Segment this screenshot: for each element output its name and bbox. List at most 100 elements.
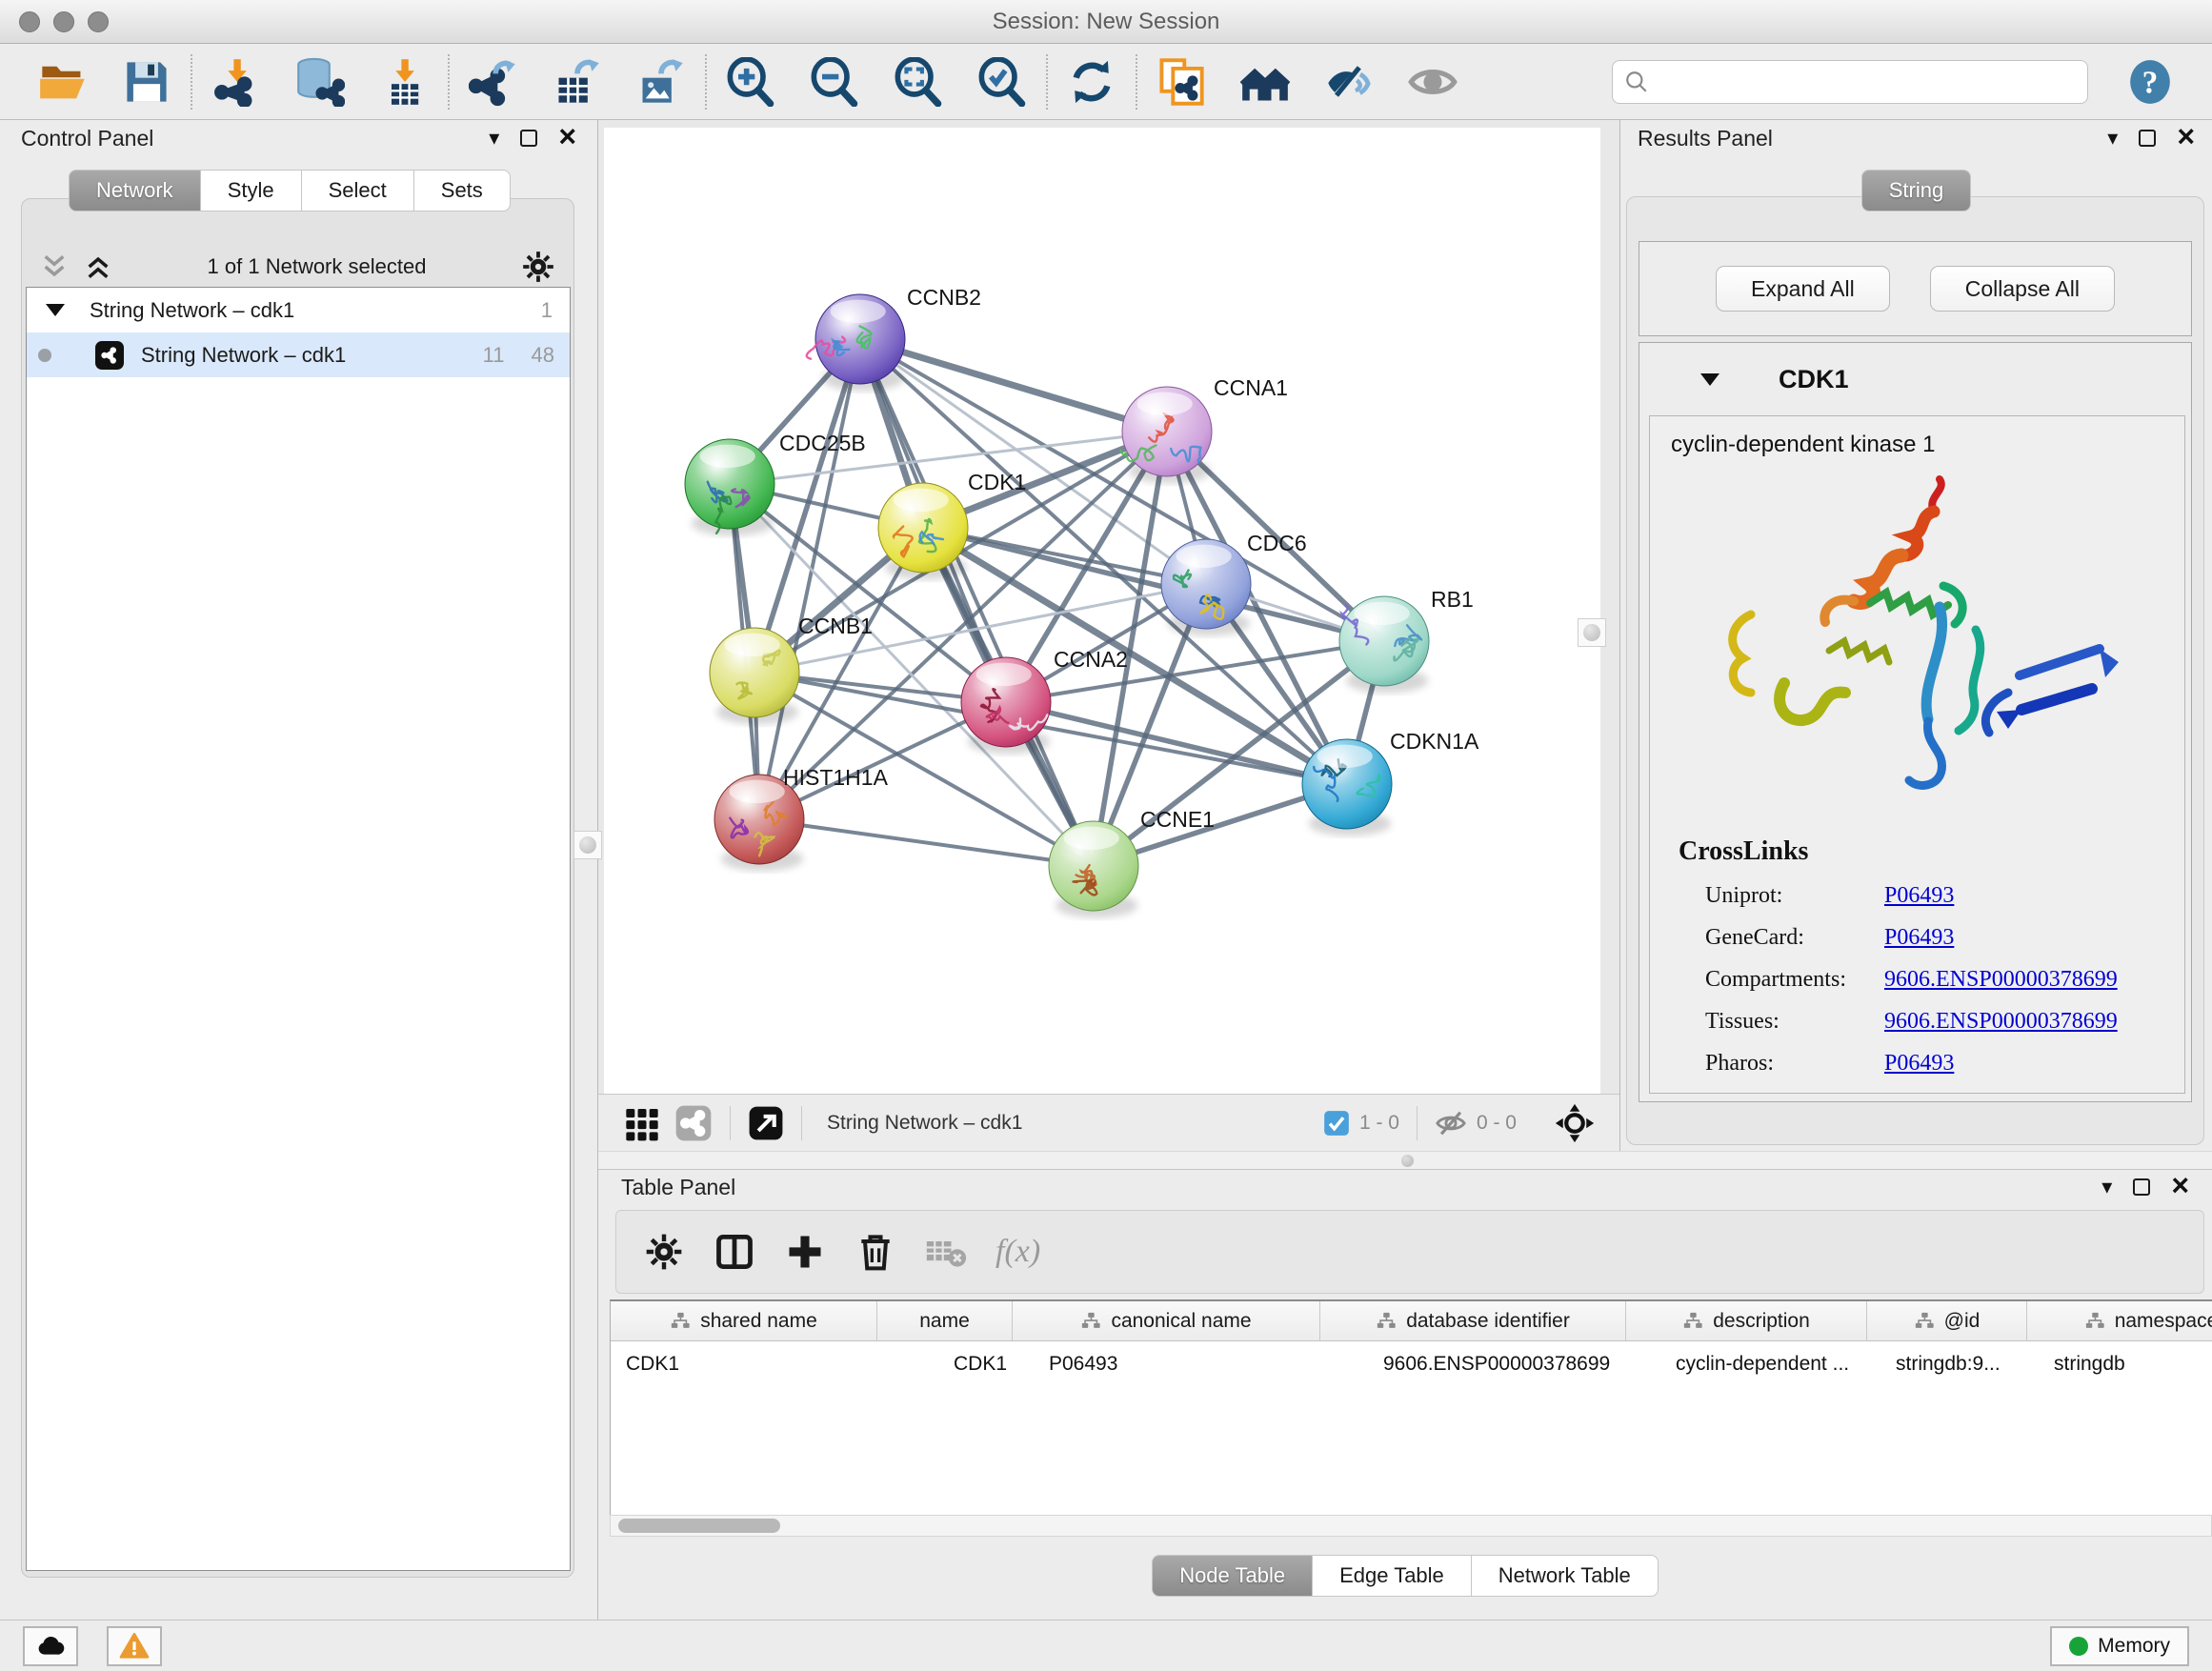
duplicate-network-button[interactable]: [1153, 52, 1210, 111]
expand-all-button[interactable]: Expand All: [1716, 266, 1890, 312]
table-row[interactable]: CDK1 CDK1 P06493 9606.ENSP00000378699 cy…: [611, 1341, 2212, 1387]
tab-style[interactable]: Style: [201, 170, 302, 211]
zoom-in-button[interactable]: [722, 52, 779, 111]
protein-collapse-caret-icon[interactable]: [1700, 373, 1719, 386]
tab-network-table[interactable]: Network Table: [1472, 1555, 1659, 1597]
node-label-CCNA2[interactable]: CCNA2: [1054, 647, 1128, 672]
table-panel-menu-caret-icon[interactable]: ▾: [2101, 1177, 2112, 1198]
column-header-name[interactable]: name: [877, 1301, 1013, 1340]
open-session-button[interactable]: [34, 52, 91, 111]
crosslink-compartments-link[interactable]: 9606.ENSP00000378699: [1884, 967, 2118, 993]
network-canvas[interactable]: CCNB2 CCNA1 CDC25B CDK1 CDC6 RB1 CCNB1 CCNA2 CDK…: [604, 128, 1600, 1094]
horizontal-splitter[interactable]: [598, 1151, 2212, 1170]
expand-all-icon[interactable]: [83, 252, 113, 282]
export-table-button[interactable]: [549, 52, 606, 111]
houses-icon-button[interactable]: [1237, 52, 1294, 111]
crosslinks-heading: CrossLinks: [1679, 836, 2169, 867]
network-row-selected[interactable]: String Network – cdk1 11 48: [27, 332, 570, 377]
help-button[interactable]: ?: [2126, 58, 2174, 106]
cell-namespace[interactable]: stringdb: [2027, 1353, 2212, 1376]
save-session-button[interactable]: [118, 52, 175, 111]
table-type-tabs: Node Table Edge Table Network Table: [598, 1555, 2212, 1597]
network-collection-row[interactable]: String Network – cdk1 1: [27, 288, 570, 332]
protein-header-row[interactable]: CDK1: [1639, 343, 2191, 415]
node-label-CCNE1[interactable]: CCNE1: [1140, 807, 1215, 832]
network-share-view-icon[interactable]: [674, 1104, 713, 1142]
hide-selected-button[interactable]: [1320, 52, 1377, 111]
import-network-from-database-button[interactable]: [292, 52, 349, 111]
node-label-CDC25B[interactable]: CDC25B: [779, 431, 866, 455]
warning-status-button[interactable]: [107, 1626, 162, 1666]
collection-expand-caret-icon[interactable]: [46, 304, 65, 316]
scrollbar-thumb[interactable]: [618, 1519, 780, 1533]
tab-string[interactable]: String: [1861, 170, 1971, 211]
search-input[interactable]: [1659, 70, 2076, 94]
cell-canonical-name[interactable]: P06493: [1013, 1353, 1320, 1376]
cell-shared-name[interactable]: CDK1: [611, 1353, 877, 1376]
cell-database-identifier[interactable]: 9606.ENSP00000378699: [1320, 1353, 1626, 1376]
show-column-icon[interactable]: [714, 1231, 755, 1273]
left-splitter-handle[interactable]: [573, 831, 602, 859]
tab-select[interactable]: Select: [302, 170, 414, 211]
tab-edge-table[interactable]: Edge Table: [1313, 1555, 1472, 1597]
crosslink-tissues-link[interactable]: 9606.ENSP00000378699: [1884, 1009, 2118, 1035]
node-label-CDC6[interactable]: CDC6: [1247, 531, 1307, 555]
column-header-id[interactable]: @id: [1867, 1301, 2027, 1340]
node-label-CCNA1[interactable]: CCNA1: [1214, 375, 1288, 400]
collapse-all-button[interactable]: Collapse All: [1930, 266, 2115, 312]
column-header-description[interactable]: description: [1626, 1301, 1867, 1340]
crosslink-pharos-link[interactable]: P06493: [1884, 1051, 1954, 1077]
results-panel-menu-caret-icon[interactable]: ▾: [2107, 128, 2118, 149]
crosslink-uniprot-link[interactable]: P06493: [1884, 883, 1954, 909]
crosslink-genecard-link[interactable]: P06493: [1884, 925, 1954, 951]
splitter-grip-icon[interactable]: [1401, 1155, 1414, 1167]
node-label-RB1[interactable]: RB1: [1431, 587, 1474, 612]
refresh-button[interactable]: [1063, 52, 1120, 111]
node-label-CCNB1[interactable]: CCNB1: [798, 614, 873, 638]
cell-description[interactable]: cyclin-dependent ...: [1626, 1353, 1867, 1376]
node-label-CCNB2[interactable]: CCNB2: [907, 285, 981, 310]
collapse-all-icon[interactable]: [39, 252, 70, 282]
table-horizontal-scrollbar[interactable]: [610, 1515, 2212, 1537]
table-panel-close-icon[interactable]: ×: [2171, 1170, 2189, 1200]
results-panel-float-icon[interactable]: [2139, 130, 2156, 147]
fit-selected-crosshair-icon[interactable]: [1555, 1103, 1595, 1143]
tab-sets[interactable]: Sets: [414, 170, 511, 211]
gear-icon[interactable]: [520, 249, 556, 285]
export-network-button[interactable]: [465, 52, 522, 111]
delete-column-icon[interactable]: [855, 1231, 896, 1273]
zoom-out-button[interactable]: [806, 52, 863, 111]
column-header-canonical-name[interactable]: canonical name: [1013, 1301, 1320, 1340]
birdseye-view-icon[interactable]: [748, 1105, 784, 1141]
grid-view-icon[interactable]: [623, 1104, 661, 1142]
cell-name[interactable]: CDK1: [877, 1353, 1013, 1376]
control-panel-close-icon[interactable]: ×: [558, 121, 576, 151]
node-label-CDK1[interactable]: CDK1: [968, 470, 1026, 494]
selected-checkbox-icon[interactable]: [1323, 1110, 1350, 1137]
control-panel-menu-caret-icon[interactable]: ▾: [489, 128, 499, 149]
zoom-fit-button[interactable]: [890, 52, 947, 111]
export-image-button[interactable]: [633, 52, 690, 111]
column-header-database-identifier[interactable]: database identifier: [1320, 1301, 1626, 1340]
hierarchy-icon: [670, 1311, 691, 1332]
results-panel-close-icon[interactable]: ×: [2177, 121, 2195, 151]
right-splitter-handle[interactable]: [1578, 618, 1606, 647]
show-all-button[interactable]: [1404, 52, 1461, 111]
control-panel-float-icon[interactable]: [520, 130, 537, 147]
network-graph[interactable]: CCNB2 CCNA1 CDC25B CDK1 CDC6 RB1 CCNB1 CCNA2 CDK…: [604, 128, 1600, 1094]
create-column-icon[interactable]: [784, 1231, 826, 1273]
table-panel-float-icon[interactable]: [2133, 1178, 2150, 1196]
import-table-button[interactable]: [375, 52, 432, 111]
node-label-HIST1H1A[interactable]: HIST1H1A: [783, 765, 889, 790]
zoom-selected-button[interactable]: [974, 52, 1031, 111]
node-label-CDKN1A[interactable]: CDKN1A: [1390, 729, 1479, 754]
import-network-button[interactable]: [208, 52, 265, 111]
column-header-namespace[interactable]: namespace: [2027, 1301, 2212, 1340]
cell-id[interactable]: stringdb:9...: [1867, 1353, 2027, 1376]
column-header-shared-name[interactable]: shared name: [611, 1301, 877, 1340]
tab-network[interactable]: Network: [69, 170, 201, 211]
cloud-status-button[interactable]: [23, 1626, 78, 1666]
table-gear-icon[interactable]: [643, 1231, 685, 1273]
memory-button[interactable]: Memory: [2050, 1626, 2189, 1666]
tab-node-table[interactable]: Node Table: [1152, 1555, 1313, 1597]
